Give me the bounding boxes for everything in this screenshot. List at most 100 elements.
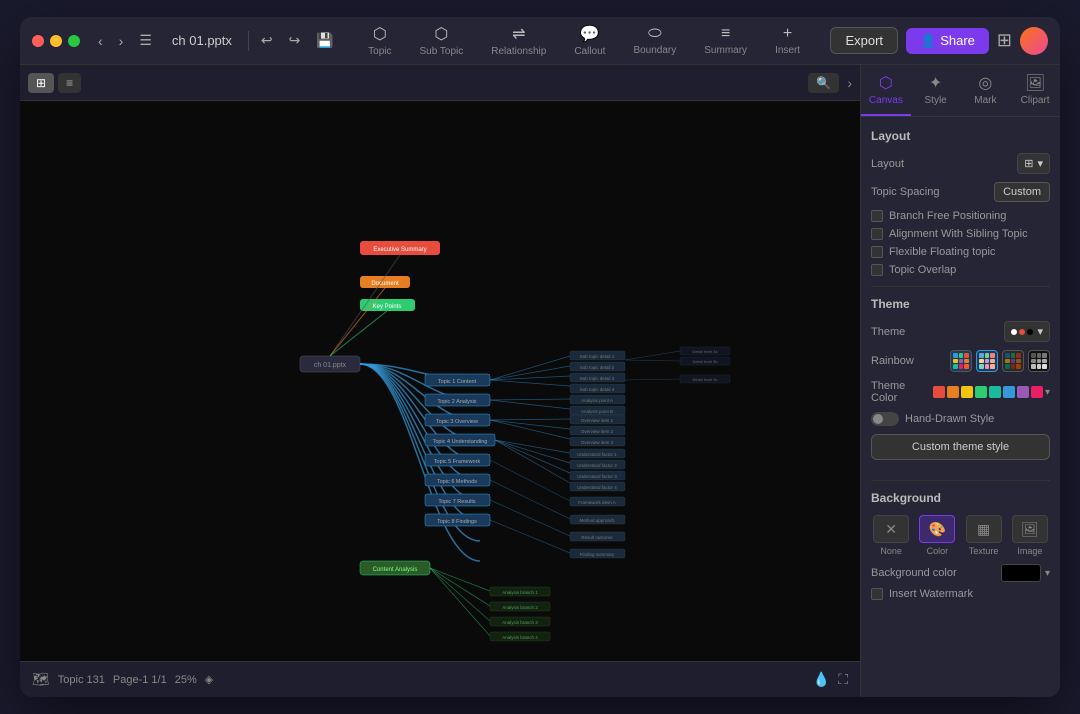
watermark-checkbox[interactable] bbox=[871, 588, 883, 600]
tool-insert[interactable]: + Insert bbox=[763, 21, 812, 60]
color-swatch-1[interactable] bbox=[933, 386, 945, 398]
theme-select[interactable]: ▾ bbox=[1004, 321, 1050, 342]
bg-color-expand-icon[interactable]: ▾ bbox=[1045, 568, 1050, 579]
boundary-icon: ⬭ bbox=[648, 25, 662, 43]
svg-text:Sub topic detail 2: Sub topic detail 2 bbox=[580, 365, 615, 370]
tab-clipart[interactable]: 🖼 Clipart bbox=[1010, 65, 1060, 116]
svg-text:Detail level 3a: Detail level 3a bbox=[692, 349, 718, 354]
alignment-checkbox[interactable] bbox=[871, 228, 883, 240]
summary-icon: ≡ bbox=[721, 25, 730, 43]
app-window: ‹ › ☰ ch 01.pptx ↩ ↪ 💾 ⬡ Topic ⬡ Sub Top… bbox=[20, 17, 1060, 697]
panel-toggle-button[interactable]: › bbox=[847, 75, 852, 91]
svg-text:Key Points: Key Points bbox=[373, 304, 402, 310]
tool-callout[interactable]: 💬 Callout bbox=[562, 20, 617, 61]
svg-text:Detail level 3b: Detail level 3b bbox=[692, 359, 718, 364]
theme-dots bbox=[1011, 329, 1033, 335]
svg-text:Topic 8 Findings: Topic 8 Findings bbox=[437, 519, 477, 525]
canvas-main[interactable]: ch 01.pptx Executive Summary Document Ke… bbox=[20, 101, 860, 661]
maximize-window-btn[interactable] bbox=[68, 35, 80, 47]
rainbow-btn-4[interactable] bbox=[1028, 350, 1050, 372]
overlap-checkbox[interactable] bbox=[871, 264, 883, 276]
avatar[interactable] bbox=[1020, 27, 1048, 55]
color-swatch-5[interactable] bbox=[989, 386, 1001, 398]
bg-option-texture[interactable]: ▦ Texture bbox=[964, 515, 1004, 556]
tool-topic[interactable]: ⬡ Topic bbox=[356, 20, 403, 61]
search-button[interactable]: 🔍 bbox=[808, 73, 839, 93]
fullscreen-button[interactable]: ⛶ bbox=[838, 671, 848, 688]
color-swatch-2[interactable] bbox=[947, 386, 959, 398]
right-panel: ⬡ Canvas ✦ Style ◎ Mark 🖼 Clipart bbox=[860, 65, 1060, 697]
checkbox-flexible: Flexible Floating topic bbox=[871, 246, 1050, 258]
theme-color-row: Theme Color ▾ bbox=[871, 380, 1050, 404]
insert-watermark-row: Insert Watermark bbox=[871, 588, 1050, 600]
canvas-area: ⊞ ≡ 🔍 › ch 01.pptx Executive Summary bbox=[20, 65, 860, 697]
back-button[interactable]: ‹ bbox=[94, 29, 107, 53]
tool-relationship[interactable]: ⇌ Relationship bbox=[479, 20, 558, 61]
hand-drawn-toggle[interactable] bbox=[871, 412, 899, 426]
tab-canvas[interactable]: ⬡ Canvas bbox=[861, 65, 911, 116]
topic-spacing-value[interactable]: Custom bbox=[994, 182, 1050, 202]
branch-free-checkbox[interactable] bbox=[871, 210, 883, 222]
redo-button[interactable]: ↪ bbox=[285, 28, 305, 53]
tool-subtopic[interactable]: ⬡ Sub Topic bbox=[408, 20, 476, 61]
close-window-btn[interactable] bbox=[32, 35, 44, 47]
style-tab-icon: ✦ bbox=[929, 73, 942, 93]
svg-text:Overview item 1: Overview item 1 bbox=[581, 418, 614, 423]
divider-1 bbox=[871, 286, 1050, 287]
color-swatch-6[interactable] bbox=[1003, 386, 1015, 398]
bg-option-image[interactable]: 🖼 Image bbox=[1010, 515, 1050, 556]
rainbow-btn-1[interactable] bbox=[950, 350, 972, 372]
bg-option-color[interactable]: 🎨 Color bbox=[917, 515, 957, 556]
rainbow-btn-2[interactable] bbox=[976, 350, 998, 372]
hamburger-button[interactable]: ☰ bbox=[135, 28, 156, 53]
svg-text:Analysis branch 3: Analysis branch 3 bbox=[502, 620, 538, 625]
chevron-down-icon: ▾ bbox=[1037, 157, 1043, 170]
traffic-lights bbox=[32, 35, 80, 47]
view-list-button[interactable]: ≡ bbox=[58, 73, 81, 93]
bg-color-picker[interactable]: ▾ bbox=[1001, 564, 1050, 582]
grid-button[interactable]: ⊞ bbox=[997, 30, 1012, 51]
branch-free-label: Branch Free Positioning bbox=[889, 210, 1006, 222]
view-grid-button[interactable]: ⊞ bbox=[28, 73, 54, 93]
color-swatch-7[interactable] bbox=[1017, 386, 1029, 398]
checkbox-overlap: Topic Overlap bbox=[871, 264, 1050, 276]
theme-section-title: Theme bbox=[871, 297, 1050, 311]
hand-drawn-row: Hand-Drawn Style bbox=[871, 412, 1050, 426]
share-button[interactable]: 👤 Share bbox=[906, 28, 989, 54]
forward-button[interactable]: › bbox=[115, 29, 128, 53]
save-button[interactable]: 💾 bbox=[312, 28, 337, 53]
svg-text:Method approach: Method approach bbox=[579, 518, 615, 523]
export-button[interactable]: Export bbox=[830, 27, 898, 54]
svg-text:Understand factor 1: Understand factor 1 bbox=[577, 452, 617, 457]
bg-option-none[interactable]: ✕ None bbox=[871, 515, 911, 556]
flexible-checkbox[interactable] bbox=[871, 246, 883, 258]
theme-color-swatches[interactable]: ▾ bbox=[933, 386, 1050, 398]
svg-text:Sub topic detail 1: Sub topic detail 1 bbox=[580, 354, 615, 359]
logo-icon: ◈ bbox=[205, 673, 213, 686]
tab-mark[interactable]: ◎ Mark bbox=[961, 65, 1011, 116]
bg-color-swatch[interactable] bbox=[1001, 564, 1041, 582]
bg-texture-icon: ▦ bbox=[966, 515, 1002, 543]
checkbox-alignment: Alignment With Sibling Topic bbox=[871, 228, 1050, 240]
svg-text:Topic 4 Understanding: Topic 4 Understanding bbox=[433, 439, 488, 445]
map-view-button[interactable]: 🗺 bbox=[32, 671, 50, 688]
background-section-title: Background bbox=[871, 491, 1050, 505]
hand-drawn-label: Hand-Drawn Style bbox=[905, 413, 994, 425]
color-swatch-3[interactable] bbox=[961, 386, 973, 398]
custom-theme-button[interactable]: Custom theme style bbox=[871, 434, 1050, 460]
divider-2 bbox=[871, 480, 1050, 481]
tool-summary[interactable]: ≡ Summary bbox=[692, 21, 759, 60]
undo-button[interactable]: ↩ bbox=[257, 28, 277, 53]
tab-style[interactable]: ✦ Style bbox=[911, 65, 961, 116]
svg-text:Topic 5 Framework: Topic 5 Framework bbox=[434, 459, 481, 465]
tool-boundary[interactable]: ⬭ Boundary bbox=[621, 21, 688, 60]
rainbow-btn-3[interactable] bbox=[1002, 350, 1024, 372]
layout-select[interactable]: ⊞ ▾ bbox=[1017, 153, 1050, 174]
color-swatch-4[interactable] bbox=[975, 386, 987, 398]
color-expand-icon[interactable]: ▾ bbox=[1045, 387, 1050, 398]
minimize-window-btn[interactable] bbox=[50, 35, 62, 47]
watermark-button[interactable]: 💧 bbox=[813, 671, 830, 688]
svg-text:ch 01.pptx: ch 01.pptx bbox=[314, 362, 347, 369]
layout-row: Layout ⊞ ▾ bbox=[871, 153, 1050, 174]
color-swatch-8[interactable] bbox=[1031, 386, 1043, 398]
